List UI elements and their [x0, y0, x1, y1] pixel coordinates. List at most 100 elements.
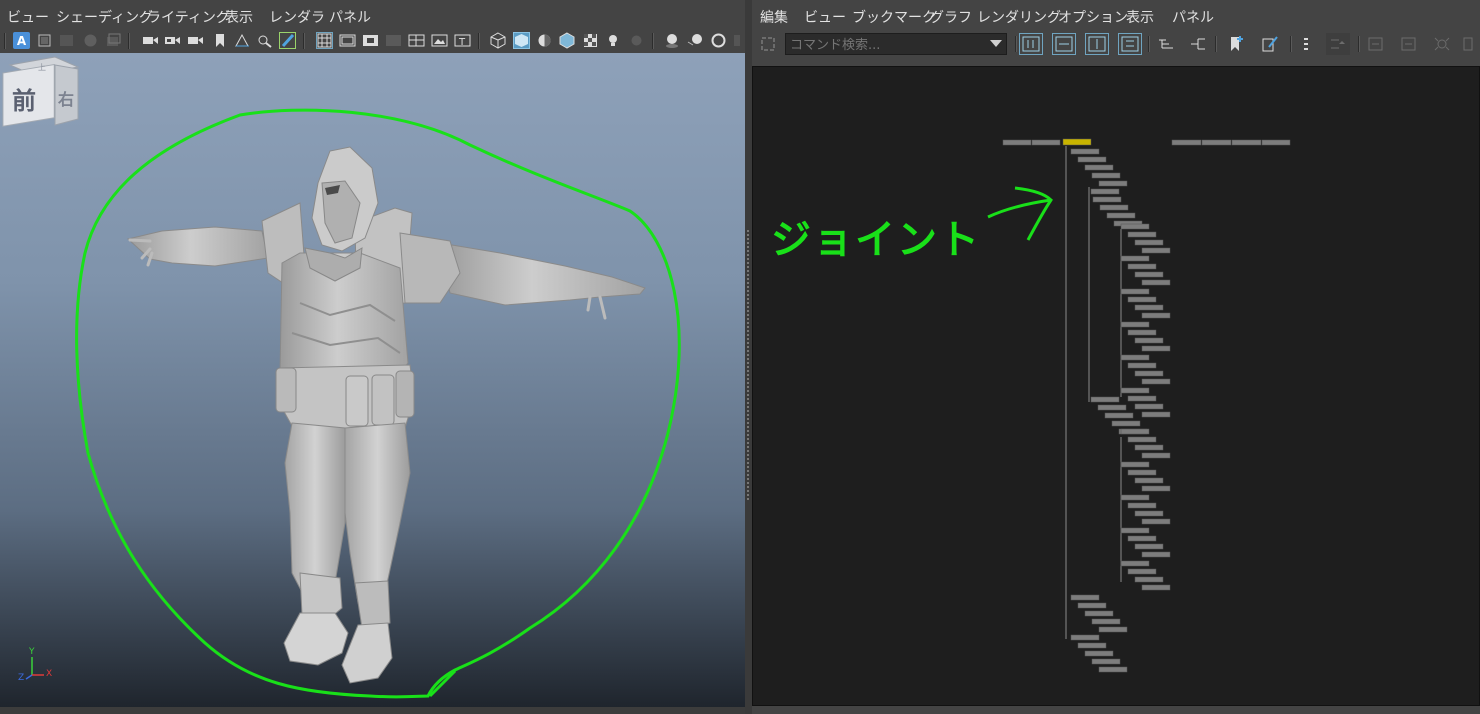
leg-joint-node[interactable] [1070, 594, 1100, 601]
layout-horizontal-icon[interactable] [1052, 33, 1076, 55]
finger-joint-node[interactable] [1127, 469, 1157, 476]
bookmark-icon[interactable] [211, 32, 228, 49]
edit-pencil-icon[interactable] [1258, 33, 1282, 55]
shadows-icon[interactable] [628, 32, 645, 49]
camera-select-icon[interactable]: A [13, 32, 30, 49]
joint-node[interactable] [1106, 212, 1136, 219]
camera-icon[interactable] [142, 32, 159, 49]
overflow-icon[interactable] [1458, 33, 1478, 55]
text-icon[interactable]: T [454, 32, 471, 49]
finger-joint-node[interactable] [1127, 436, 1157, 443]
field-chart-icon[interactable] [385, 32, 402, 49]
finger-joint-node[interactable] [1134, 370, 1164, 377]
finger-joint-node[interactable] [1141, 411, 1171, 418]
leg-joint-node[interactable] [1070, 634, 1100, 641]
menu-edit[interactable]: 編集 [760, 7, 788, 27]
joint-node[interactable] [1090, 396, 1120, 403]
command-search-input[interactable] [786, 34, 992, 56]
finger-joint-node[interactable] [1127, 502, 1157, 509]
leg-joint-node[interactable] [1077, 602, 1107, 609]
joint-node[interactable] [1070, 148, 1100, 155]
leg-joint-node[interactable] [1098, 666, 1128, 673]
root-node[interactable] [1231, 139, 1262, 146]
node-graph-canvas[interactable]: ジョイント [752, 66, 1480, 706]
finger-joint-node[interactable] [1120, 288, 1150, 295]
safe-frame-icon[interactable] [339, 32, 356, 49]
leg-joint-node[interactable] [1084, 650, 1114, 657]
camera-attributes-icon[interactable] [164, 32, 181, 49]
menu-panels[interactable]: パネル [329, 7, 371, 27]
image-icon[interactable] [431, 32, 448, 49]
finger-joint-node[interactable] [1127, 395, 1157, 402]
import-icon[interactable] [1364, 33, 1388, 55]
finger-joint-node[interactable] [1120, 527, 1150, 534]
brush-icon[interactable] [279, 32, 296, 49]
graph-layout-icon[interactable] [1326, 33, 1350, 55]
lights-icon[interactable] [605, 32, 622, 49]
joint-node[interactable] [1099, 204, 1129, 211]
camera-bookmark-icon[interactable] [187, 32, 204, 49]
motion-blur-icon[interactable] [687, 32, 704, 49]
anti-alias-icon[interactable] [710, 32, 727, 49]
layout-tree-icon[interactable] [1118, 33, 1142, 55]
command-search[interactable] [785, 33, 1007, 56]
resolution-icon[interactable] [408, 32, 425, 49]
finger-joint-node[interactable] [1127, 568, 1157, 575]
menu-graph[interactable]: グラフ [930, 7, 972, 27]
leg-joint-node[interactable] [1084, 610, 1114, 617]
finger-joint-node[interactable] [1134, 444, 1164, 451]
finger-joint-node[interactable] [1141, 247, 1171, 254]
panel-splitter[interactable] [745, 0, 752, 714]
finger-joint-node[interactable] [1134, 403, 1164, 410]
textured-icon[interactable] [582, 32, 599, 49]
toolbar-overflow-icon[interactable] [732, 32, 742, 49]
finger-joint-node[interactable] [1134, 304, 1164, 311]
image-plane-icon[interactable] [36, 32, 53, 49]
layout-columns-icon[interactable] [1019, 33, 1043, 55]
menu-view[interactable]: ビュー [804, 7, 846, 27]
joint-node[interactable] [1091, 172, 1121, 179]
leg-joint-node[interactable] [1091, 658, 1121, 665]
menu-renderer[interactable]: レンダラ [269, 7, 325, 27]
grid-toggle-icon[interactable] [58, 32, 75, 49]
joint-node[interactable] [1092, 196, 1122, 203]
joint-node[interactable] [1104, 412, 1134, 419]
root-node[interactable] [1002, 139, 1032, 146]
finger-joint-node[interactable] [1127, 329, 1157, 336]
finger-joint-node[interactable] [1120, 321, 1150, 328]
leg-joint-node[interactable] [1098, 626, 1128, 633]
finger-joint-node[interactable] [1134, 239, 1164, 246]
root-node[interactable] [1201, 139, 1232, 146]
resolution-gate-icon[interactable] [105, 32, 122, 49]
menu-bookmarks[interactable]: ブックマーク [852, 7, 936, 27]
finger-joint-node[interactable] [1120, 354, 1150, 361]
smooth-shade-icon[interactable] [513, 32, 530, 49]
finger-joint-node[interactable] [1134, 576, 1164, 583]
default-material-icon[interactable] [536, 32, 553, 49]
finger-joint-node[interactable] [1120, 255, 1150, 262]
finger-joint-node[interactable] [1141, 584, 1171, 591]
finger-joint-node[interactable] [1141, 312, 1171, 319]
isolate-icon[interactable] [257, 32, 274, 49]
finger-joint-node[interactable] [1141, 452, 1171, 459]
finger-joint-node[interactable] [1134, 543, 1164, 550]
finger-joint-node[interactable] [1120, 461, 1150, 468]
add-bookmark-icon[interactable] [1224, 33, 1248, 55]
wireframe-icon[interactable] [490, 32, 507, 49]
input-connections-icon[interactable] [1154, 33, 1178, 55]
root-node[interactable] [1261, 139, 1291, 146]
finger-joint-node[interactable] [1127, 535, 1157, 542]
finger-joint-node[interactable] [1141, 345, 1171, 352]
finger-joint-node[interactable] [1127, 296, 1157, 303]
layout-vertical-icon[interactable] [1085, 33, 1109, 55]
finger-joint-node[interactable] [1120, 494, 1150, 501]
selected-joint-node[interactable] [1062, 138, 1092, 146]
finger-joint-node[interactable] [1120, 428, 1150, 435]
command-history-icon[interactable] [756, 33, 780, 55]
film-gate-icon[interactable] [82, 32, 99, 49]
menu-view[interactable]: ビュー [7, 7, 49, 27]
finger-joint-node[interactable] [1134, 337, 1164, 344]
finger-joint-node[interactable] [1120, 387, 1150, 394]
finger-joint-node[interactable] [1127, 231, 1157, 238]
menu-rendering[interactable]: レンダリング [977, 7, 1061, 27]
